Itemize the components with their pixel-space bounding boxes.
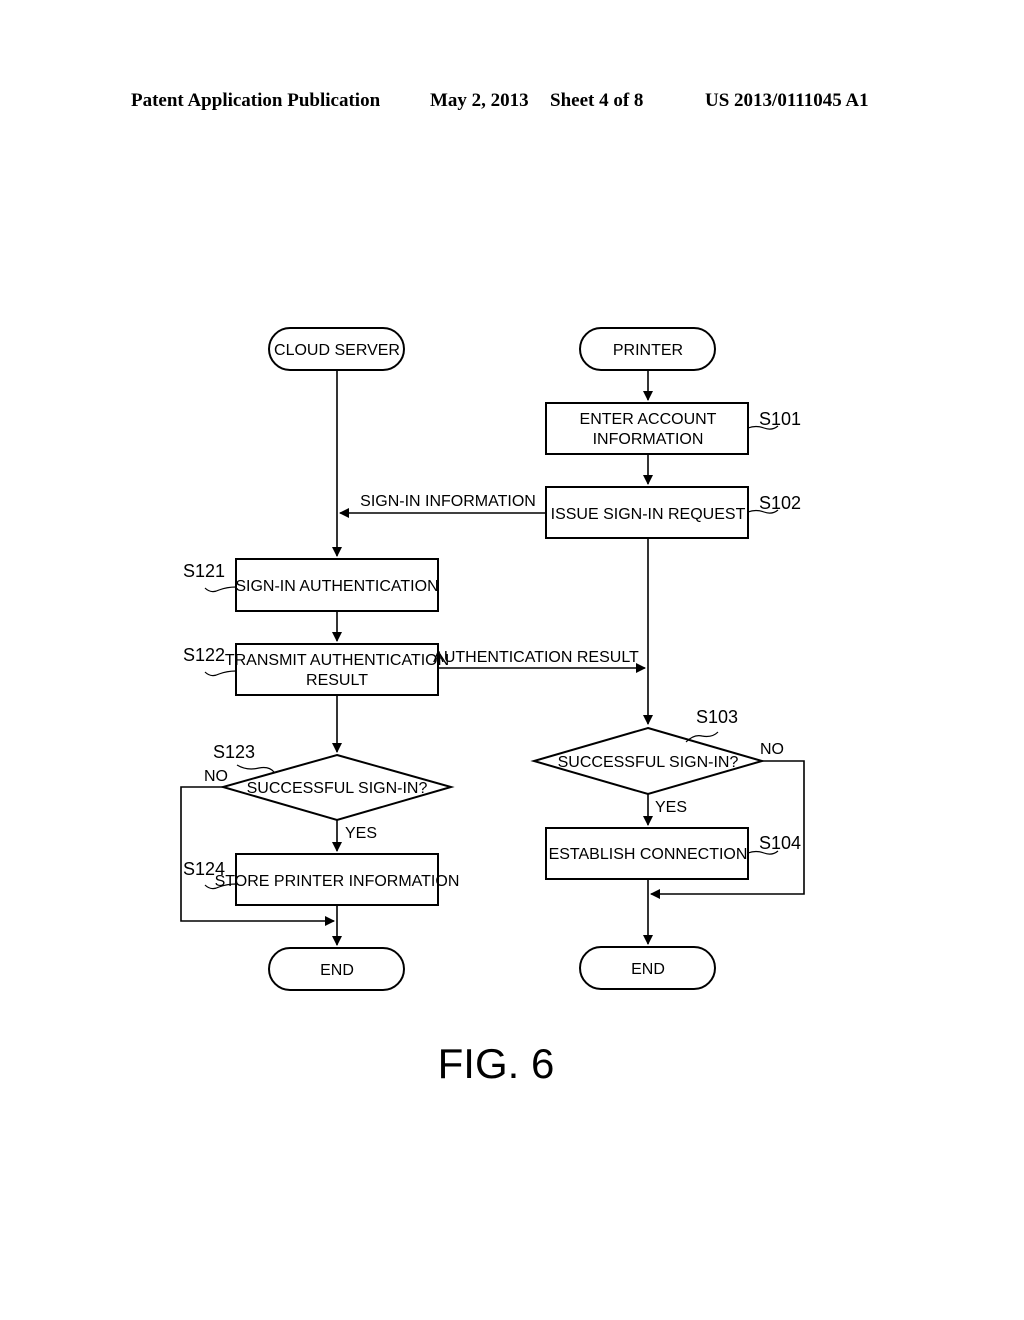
figure-label: FIG. 6 [438, 1040, 555, 1087]
cloud-server-start: CLOUD SERVER [268, 327, 405, 371]
decision-s123: SUCCESSFUL SIGN-IN? S123 NO YES [204, 742, 455, 842]
cloud-server-end-text: END [320, 962, 354, 979]
cloud-server-end: END [268, 947, 405, 991]
printer-start-text: PRINTER [613, 342, 683, 359]
s101-text-line2: INFORMATION [593, 431, 704, 448]
step-s102: ISSUE SIGN-IN REQUEST S102 [545, 486, 801, 539]
message-sign-in-information: SIGN-IN INFORMATION [360, 493, 536, 510]
s122-ref: S122 [183, 645, 225, 665]
printer-end-text: END [631, 961, 665, 978]
s103-no-label: NO [760, 741, 784, 758]
flowchart: CLOUD SERVER SIGN-IN AUTHENTICATION S121… [180, 327, 805, 1087]
s104-text: ESTABLISH CONNECTION [549, 846, 748, 863]
s123-text: SUCCESSFUL SIGN-IN? [247, 780, 428, 797]
printer-end: END [579, 946, 716, 990]
s122-text-line2: RESULT [306, 672, 368, 689]
step-s122: TRANSMIT AUTHENTICATION RESULT S122 [183, 643, 449, 696]
s104-ref: S104 [759, 833, 801, 853]
s121-text: SIGN-IN AUTHENTICATION [235, 578, 438, 595]
s102-ref: S102 [759, 493, 801, 513]
decision-s103: SUCCESSFUL SIGN-IN? S103 NO YES [530, 707, 784, 816]
leader-line [236, 764, 275, 773]
s101-ref: S101 [759, 409, 801, 429]
s123-no-label: NO [204, 768, 228, 785]
s122-text-line1: TRANSMIT AUTHENTICATION [225, 652, 449, 669]
s103-text: SUCCESSFUL SIGN-IN? [558, 754, 739, 771]
cloud-server-start-text: CLOUD SERVER [274, 342, 400, 359]
s103-ref: S103 [696, 707, 738, 727]
s101-text-line1: ENTER ACCOUNT [580, 411, 717, 428]
leader-line [204, 670, 237, 677]
s124-text: STORE PRINTER INFORMATION [215, 873, 460, 890]
s121-ref: S121 [183, 561, 225, 581]
leader-line [204, 586, 237, 593]
s103-yes-label: YES [655, 799, 687, 816]
s102-text: ISSUE SIGN-IN REQUEST [551, 506, 746, 523]
step-s124: STORE PRINTER INFORMATION S124 [183, 853, 460, 906]
s123-ref: S123 [213, 742, 255, 762]
step-s121: SIGN-IN AUTHENTICATION S121 [183, 558, 439, 612]
step-s104: ESTABLISH CONNECTION S104 [545, 827, 801, 880]
printer-start: PRINTER [579, 327, 716, 371]
message-authentication-result: AUTHENTICATION RESULT [433, 649, 639, 666]
step-s101: ENTER ACCOUNT INFORMATION S101 [545, 402, 801, 455]
s123-yes-label: YES [345, 825, 377, 842]
s124-ref: S124 [183, 859, 225, 879]
